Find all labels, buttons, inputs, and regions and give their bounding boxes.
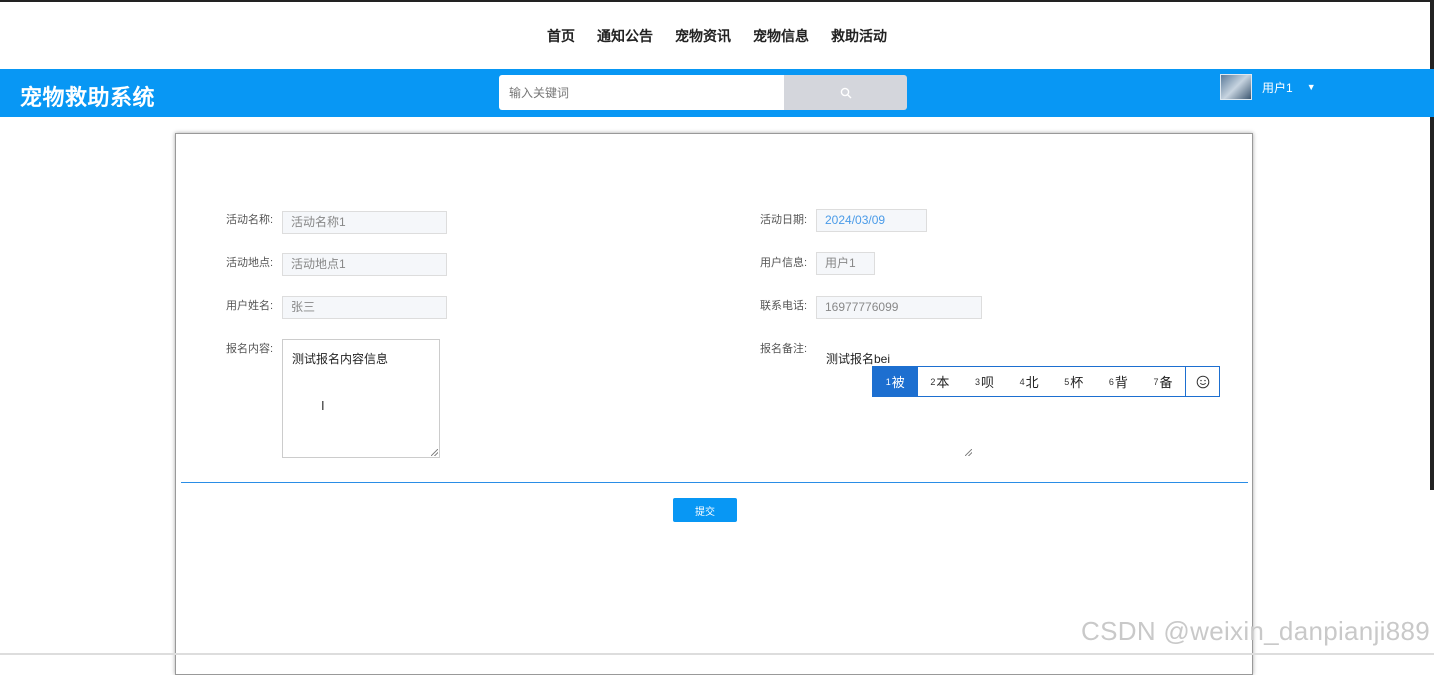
- search-icon: [840, 87, 851, 98]
- ime-candidate-3[interactable]: 3呗: [962, 367, 1007, 396]
- activity-place-field[interactable]: 活动地点1: [282, 253, 447, 276]
- phone-label: 联系电话:: [760, 300, 808, 312]
- top-nav: 首页 通知公告 宠物资讯 宠物信息 救助活动: [0, 26, 1434, 46]
- brand-title: 宠物救助系统: [20, 85, 156, 110]
- activity-date-label: 活动日期:: [760, 214, 808, 226]
- csdn-watermark: CSDN @weixin_danpianji889: [1081, 616, 1430, 646]
- ime-candidate-bar: 1被 2本 3呗 4北 5杯 6背 7备: [872, 366, 1220, 397]
- ime-candidate-4[interactable]: 4北: [1007, 367, 1052, 396]
- nav-pet-info[interactable]: 宠物信息: [753, 26, 809, 46]
- avatar: [1220, 74, 1252, 100]
- ime-candidate-1[interactable]: 1被: [873, 367, 918, 396]
- nav-rescue-activities[interactable]: 救助活动: [831, 26, 887, 46]
- emoji-button[interactable]: [1185, 367, 1219, 396]
- search-button[interactable]: [784, 75, 907, 110]
- remark-label: 报名备注:: [760, 343, 808, 355]
- remark-text: 测试报名bei: [826, 352, 891, 366]
- nav-home[interactable]: 首页: [547, 26, 575, 46]
- user-menu[interactable]: 用户1 ▼: [1220, 74, 1316, 100]
- activity-place-label: 活动地点:: [226, 257, 274, 269]
- text-cursor-icon: I: [321, 398, 325, 413]
- signup-form-card: 活动名称: 活动名称1 活动地点: 活动地点1 用户姓名: 张三 报名内容: 测…: [175, 133, 1253, 675]
- smiley-icon: [1196, 375, 1209, 388]
- phone-field[interactable]: 16977776099: [816, 296, 982, 319]
- ime-candidate-7[interactable]: 7备: [1141, 367, 1186, 396]
- submit-button[interactable]: 提交: [673, 498, 737, 522]
- user-name-label: 用户姓名:: [226, 300, 274, 312]
- ime-candidate-5[interactable]: 5杯: [1051, 367, 1096, 396]
- user-info-label: 用户信息:: [760, 257, 808, 269]
- chevron-down-icon: ▼: [1306, 82, 1316, 92]
- search-input[interactable]: [499, 75, 784, 110]
- ime-candidate-6[interactable]: 6背: [1096, 367, 1141, 396]
- nav-notices[interactable]: 通知公告: [597, 26, 653, 46]
- window-top-edge: [0, 0, 1434, 2]
- user-info-field[interactable]: 用户1: [816, 252, 875, 275]
- content-textarea[interactable]: 测试报名内容信息 I: [282, 339, 440, 458]
- activity-date-field[interactable]: 2024/03/09: [816, 209, 927, 232]
- content-text: 测试报名内容信息: [292, 352, 389, 366]
- ime-candidate-2[interactable]: 2本: [918, 367, 963, 396]
- content-label: 报名内容:: [226, 343, 274, 355]
- resize-handle[interactable]: [965, 449, 972, 456]
- remark-textarea[interactable]: 测试报名bei: [816, 339, 974, 458]
- form-divider: [181, 482, 1248, 483]
- user-name-field[interactable]: 张三: [282, 296, 447, 319]
- user-name: 用户1: [1262, 80, 1293, 95]
- resize-handle[interactable]: [431, 449, 438, 456]
- activity-name-field[interactable]: 活动名称1: [282, 211, 447, 234]
- nav-pet-news[interactable]: 宠物资讯: [675, 26, 731, 46]
- activity-name-label: 活动名称:: [226, 214, 274, 226]
- header-bar: 宠物救助系统 用户1 ▼: [0, 69, 1434, 117]
